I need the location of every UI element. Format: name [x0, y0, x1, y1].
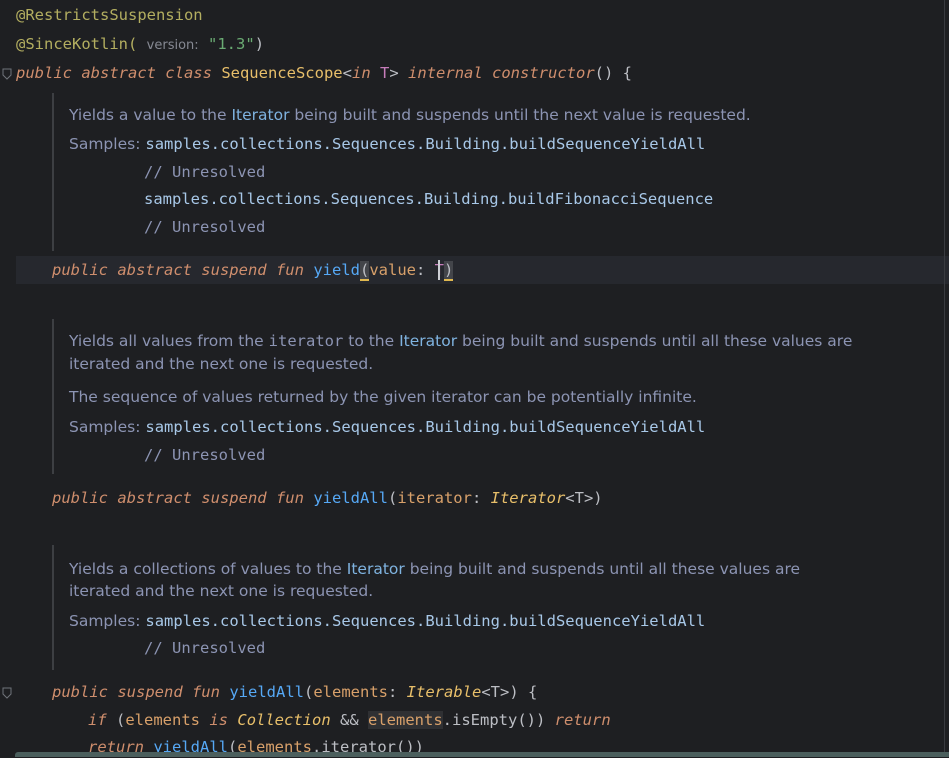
generic-args: <T> — [565, 489, 594, 507]
doc-text-part: Yields a value to the — [69, 106, 232, 124]
fold-marker-icon[interactable] — [2, 68, 12, 80]
doc-code-iterator: iterator — [268, 332, 344, 350]
class-declaration: public abstract class SequenceScope<in T… — [16, 62, 632, 84]
doc-text-part: Yields a collections of values to the — [69, 560, 347, 578]
angle-open: < — [342, 64, 352, 82]
doc-comment-yieldall-iterator: Yields all values from the iterator to t… — [52, 319, 914, 474]
unresolved-comment: // Unresolved — [144, 218, 266, 236]
parameter-name: iterator — [397, 489, 472, 507]
string-literal: "1.3" — [208, 35, 255, 53]
paren-open: ( — [303, 683, 314, 701]
sample-link[interactable]: samples.collections.Sequences.Building.b… — [145, 418, 705, 436]
doc-text: Yields a collections of values to the It… — [69, 560, 800, 578]
function-name: yieldAll — [229, 683, 304, 701]
angle-close: > — [389, 64, 399, 82]
sample-link[interactable]: samples.collections.Sequences.Building.b… — [144, 190, 713, 208]
keyword: public abstract suspend fun — [52, 489, 304, 507]
paren-close: ) — [593, 489, 603, 507]
parameter-reference: elements — [125, 711, 200, 729]
paren-open: ( — [359, 261, 370, 281]
doc-link-iterator[interactable]: Iterator — [347, 560, 405, 578]
paren-close: ) — [444, 261, 454, 281]
type-parameter: T — [380, 64, 390, 82]
generic-args: <T> — [481, 683, 510, 701]
sample-link[interactable]: samples.collections.Sequences.Building.b… — [145, 612, 705, 630]
keyword: internal constructor — [408, 64, 595, 82]
parameter-reference: elements — [368, 711, 443, 729]
colon: : — [471, 489, 491, 507]
paren-open: ( — [387, 489, 398, 507]
doc-text: Yields a value to the Iterator being bui… — [69, 106, 751, 124]
colon: : — [387, 683, 407, 701]
keyword: public abstract suspend fun — [52, 261, 304, 279]
param-hint: version: — [146, 38, 199, 53]
samples-label: Samples: — [69, 418, 141, 436]
doc-text-part: being built and suspends until the next … — [289, 106, 751, 124]
annotation-restricts-suspension: @RestrictsSuspension — [16, 6, 203, 24]
text-caret — [438, 260, 440, 280]
doc-comment-yieldall-elements: Yields a collections of values to the It… — [52, 545, 914, 670]
annotation-since-kotlin: @SinceKotlin( version: "1.3") — [16, 33, 264, 55]
keyword: if — [88, 711, 107, 729]
doc-text: The sequence of values returned by the g… — [69, 388, 697, 406]
doc-link-iterator[interactable]: Iterator — [231, 106, 289, 124]
yieldall-elements-declaration: public suspend fun yieldAll(elements: It… — [52, 681, 537, 703]
sample-link[interactable]: samples.collections.Sequences.Building.b… — [145, 135, 705, 153]
paren-close: ) — [536, 711, 555, 729]
annotation-name: @SinceKotlin( — [16, 35, 138, 53]
class-open: () { — [594, 64, 632, 82]
doc-text-part: being built and suspends until all these… — [457, 332, 853, 350]
doc-text: iterated and the next one is requested. — [69, 582, 374, 600]
parameter-name: elements — [313, 683, 388, 701]
right-margin-guide — [944, 0, 945, 757]
doc-samples: Samples: samples.collections.Sequences.B… — [69, 418, 705, 436]
yield-declaration: public abstract suspend fun yield(value:… — [52, 259, 454, 281]
function-name: yield — [313, 261, 360, 279]
samples-label: Samples: — [69, 612, 141, 630]
doc-text: iterated and the next one is requested. — [69, 355, 374, 373]
horizontal-scrollbar[interactable] — [15, 752, 949, 757]
operator: && — [330, 711, 369, 729]
variance-keyword: in — [351, 64, 371, 82]
yieldall-iterator-declaration: public abstract suspend fun yieldAll(ite… — [52, 487, 603, 509]
keyword: public abstract class — [16, 64, 212, 82]
colon: : — [416, 261, 435, 279]
doc-text: Yields all values from the iterator to t… — [69, 332, 852, 350]
keyword: is — [209, 711, 229, 729]
type-name: Iterable — [406, 683, 482, 701]
unresolved-comment: // Unresolved — [144, 639, 266, 657]
paren-close: ) — [254, 35, 265, 53]
doc-text-part: Yields all values from the — [69, 332, 269, 350]
unresolved-comment: // Unresolved — [144, 163, 266, 181]
doc-samples: Samples: samples.collections.Sequences.B… — [69, 612, 705, 630]
keyword: public suspend fun — [52, 683, 220, 701]
type-name: Collection — [237, 711, 331, 729]
doc-samples: Samples: samples.collections.Sequences.B… — [69, 135, 705, 153]
if-statement: if (elements is Collection && elements.i… — [88, 709, 611, 731]
class-name: SequenceScope — [221, 64, 343, 82]
function-name: yieldAll — [313, 489, 388, 507]
parameter-name: value — [369, 261, 416, 279]
fold-marker-icon[interactable] — [2, 687, 12, 699]
type-name: Iterator — [490, 489, 566, 507]
paren-open: ( — [106, 711, 126, 729]
doc-comment-yield: Yields a value to the Iterator being bui… — [52, 93, 914, 251]
samples-label: Samples: — [69, 135, 141, 153]
doc-text-part: being built and suspends until all these… — [404, 560, 801, 578]
keyword: return — [554, 711, 611, 729]
doc-link-iterator[interactable]: Iterator — [399, 332, 457, 350]
method-call: .isEmpty() — [442, 711, 536, 729]
unresolved-comment: // Unresolved — [144, 446, 266, 464]
paren-close: ) { — [509, 683, 538, 701]
doc-text-part: to the — [343, 332, 400, 350]
